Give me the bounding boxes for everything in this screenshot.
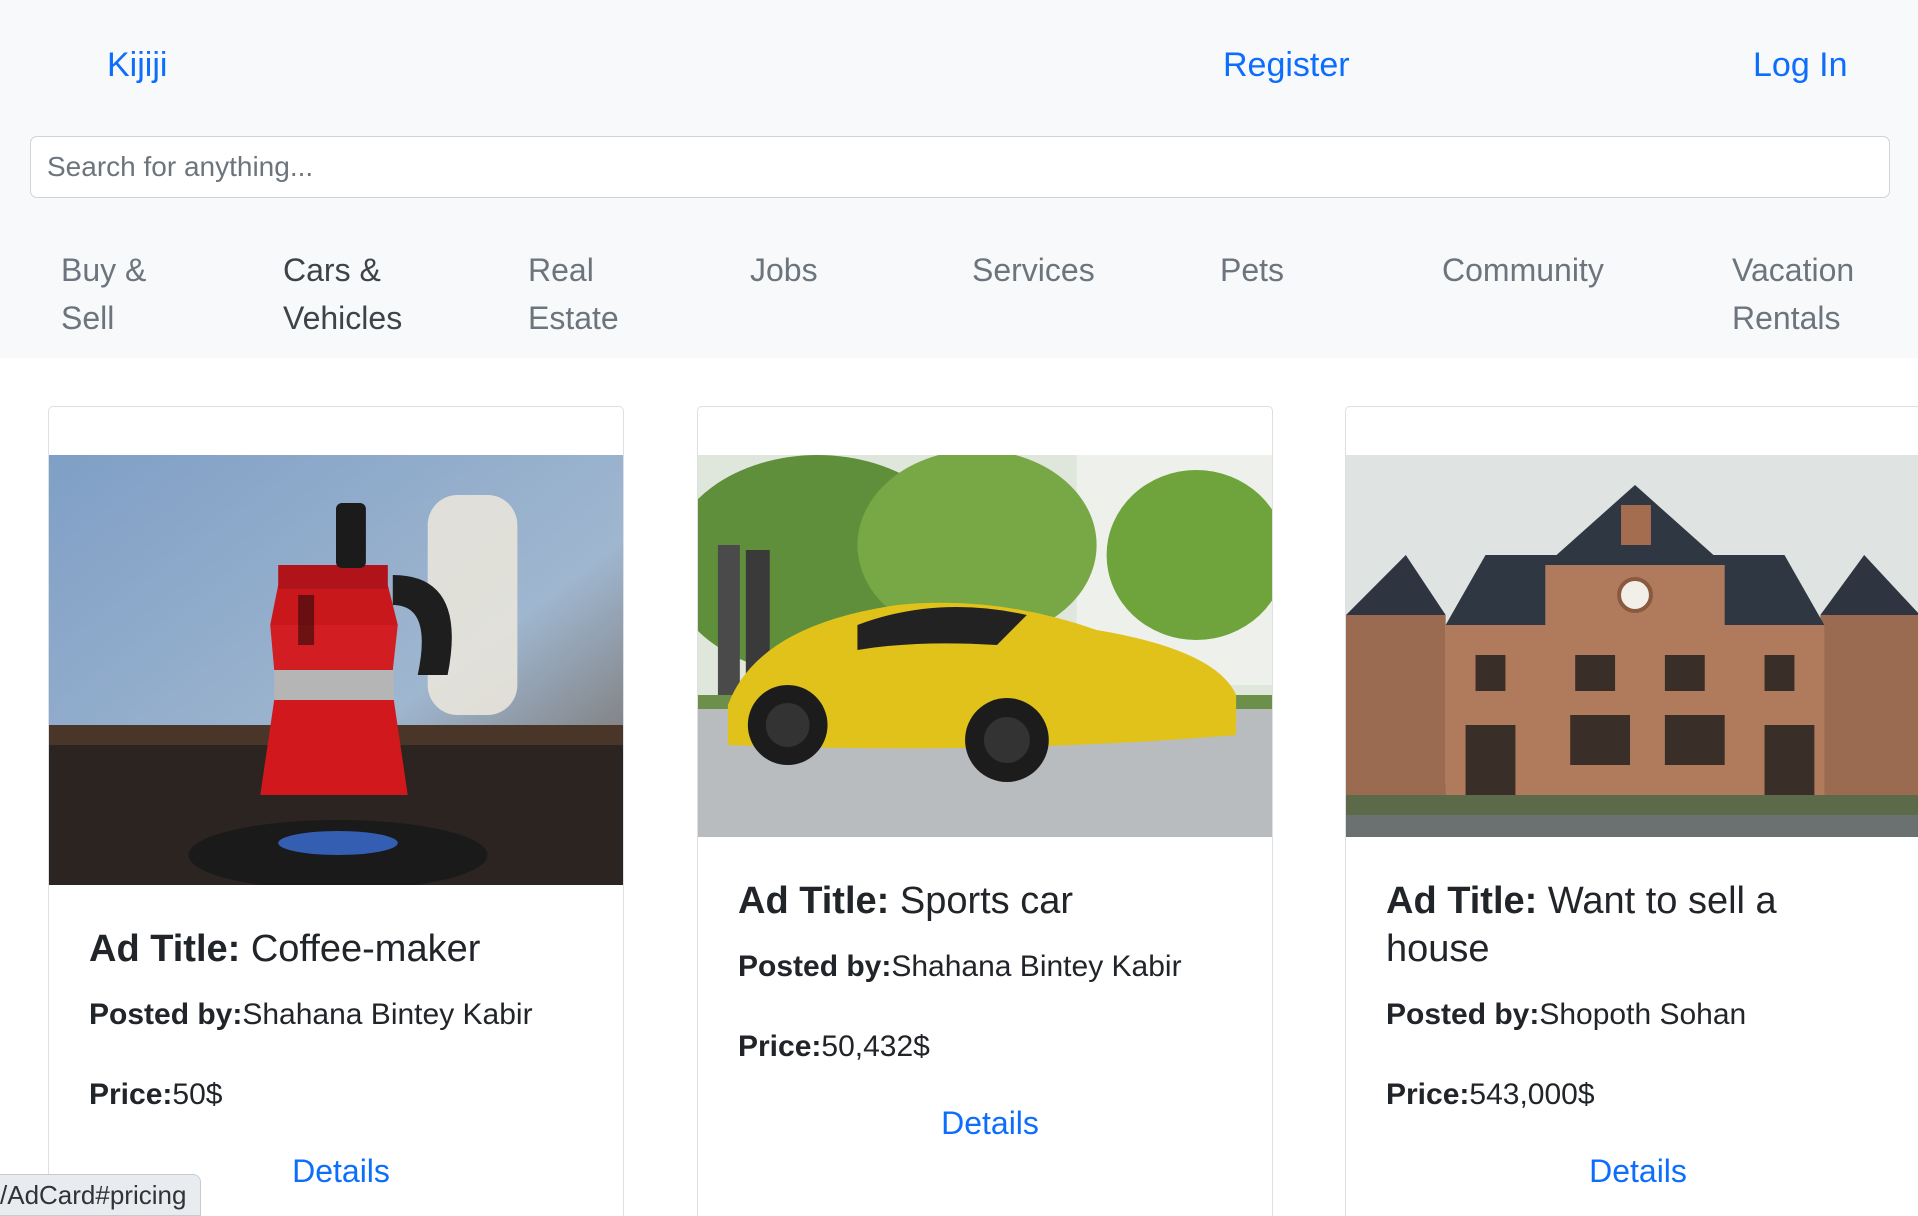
category-vacation-rentals[interactable]: Vacation Rentals [1732, 246, 1854, 342]
search-input[interactable] [30, 136, 1890, 198]
ad-title: Ad Title: Want to sell a house [1386, 880, 1777, 970]
brand-link[interactable]: Kijiji [107, 44, 167, 86]
details-link[interactable]: Details [1386, 1153, 1890, 1190]
category-real-estate[interactable]: Real Estate [528, 246, 619, 342]
coffee-maker-image [49, 455, 623, 885]
ad-title: Ad Title: Sports car [738, 880, 1074, 922]
sports-car-image [698, 455, 1272, 837]
login-link[interactable]: Log In [1753, 44, 1848, 86]
posted-by: Posted by:Shopoth Sohan [1386, 998, 1747, 1031]
details-link[interactable]: Details [738, 1105, 1242, 1142]
price: Price:50$ [89, 1078, 223, 1111]
category-services[interactable]: Services [972, 246, 1095, 294]
price: Price:50,432$ [738, 1030, 930, 1063]
category-community[interactable]: Community [1442, 246, 1604, 294]
category-buy-sell[interactable]: Buy & Sell [61, 246, 146, 342]
link-status-bar: /AdCard#pricing [0, 1174, 202, 1216]
posted-by: Posted by:Shahana Bintey Kabir [738, 950, 1182, 983]
ad-card-sports-car[interactable]: Ad Title: Sports car Posted by:Shahana B… [697, 406, 1273, 1216]
posted-by: Posted by:Shahana Bintey Kabir [89, 998, 533, 1031]
category-cars-vehicles[interactable]: Cars & Vehicles [283, 246, 402, 342]
price: Price:543,000$ [1386, 1078, 1595, 1111]
category-pets[interactable]: Pets [1220, 246, 1284, 294]
category-jobs[interactable]: Jobs [750, 246, 818, 294]
ad-card-house[interactable]: Ad Title: Want to sell a house Posted by… [1345, 406, 1918, 1216]
ad-card-coffee-maker[interactable]: Ad Title: Coffee-maker Posted by:Shahana… [48, 406, 624, 1216]
house-image [1346, 455, 1918, 837]
ad-title: Ad Title: Coffee-maker [89, 928, 481, 970]
register-link[interactable]: Register [1223, 44, 1350, 86]
